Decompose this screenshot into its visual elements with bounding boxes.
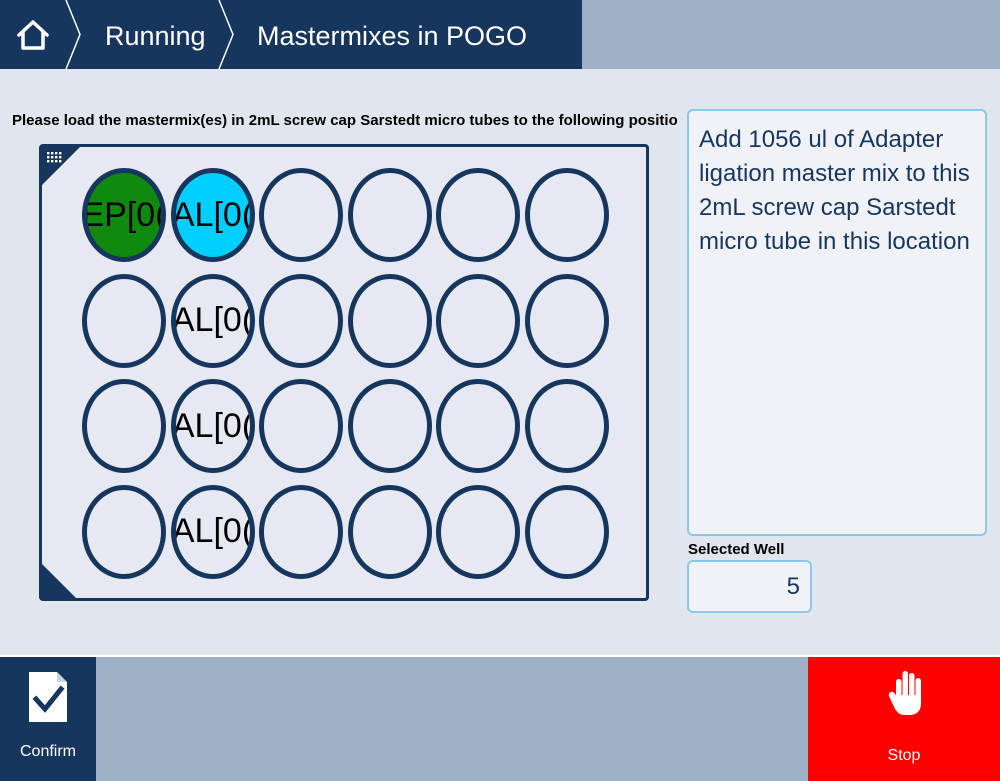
well-label: AL[0(: [171, 512, 254, 550]
well-label: [530, 173, 604, 257]
instruction-text: Please load the mastermix(es) in 2mL scr…: [12, 112, 677, 129]
well[interactable]: [524, 484, 609, 579]
well-label: [264, 279, 338, 363]
well[interactable]: [347, 484, 432, 579]
selected-well-field[interactable]: [687, 560, 812, 613]
well[interactable]: [347, 168, 432, 262]
header-bar: Running Mastermixes in POGO: [0, 0, 1000, 69]
well-label: [264, 384, 338, 468]
well[interactable]: [259, 379, 343, 473]
well[interactable]: [524, 379, 609, 473]
hand-stop-icon: [888, 671, 921, 715]
well-label: AL[0(: [171, 301, 254, 339]
well-label: [530, 279, 604, 363]
well-label: AL[0(: [171, 195, 254, 234]
plate-corner-marker: [42, 564, 76, 598]
well[interactable]: [259, 273, 343, 368]
well-label: [87, 279, 161, 363]
well-label: [353, 384, 427, 468]
well[interactable]: AL[0(: [170, 379, 255, 473]
well[interactable]: [259, 168, 343, 262]
well-label: [264, 173, 338, 257]
confirm-label: Confirm: [19, 743, 76, 760]
breadcrumb: Running Mastermixes in POGO: [0, 0, 582, 69]
well[interactable]: [82, 484, 166, 579]
well[interactable]: [436, 484, 520, 579]
well[interactable]: [82, 379, 166, 473]
well[interactable]: AL[0(: [170, 273, 255, 368]
well[interactable]: [436, 273, 520, 368]
well-label: [441, 490, 515, 574]
well-label: [353, 490, 427, 574]
well[interactable]: [347, 379, 432, 473]
confirm-button[interactable]: Confirm: [0, 657, 96, 781]
well-label: [530, 490, 604, 574]
home-button[interactable]: [0, 0, 66, 69]
well[interactable]: [436, 168, 520, 262]
well-label: [530, 384, 604, 468]
stop-button[interactable]: Stop: [808, 657, 1000, 781]
well[interactable]: EP[0(: [82, 168, 166, 262]
stop-label: Stop: [887, 747, 921, 764]
well-label: [441, 384, 515, 468]
breadcrumb-item-mastermixes: Mastermixes in POGO: [257, 21, 528, 51]
well-label: [87, 490, 161, 574]
well[interactable]: [524, 273, 609, 368]
breadcrumb-item-running[interactable]: Running: [105, 0, 206, 69]
well[interactable]: [82, 273, 166, 368]
well-label: [264, 490, 338, 574]
footer-bar: Confirm Stop: [0, 655, 1000, 781]
well-label: EP[0(: [82, 195, 166, 234]
well[interactable]: [524, 168, 609, 262]
well-label: AL[0(: [171, 406, 254, 445]
grid-icon: [47, 152, 62, 163]
well[interactable]: [259, 484, 343, 579]
home-icon: [17, 19, 49, 50]
chevron-right-icon: [65, 0, 81, 69]
well-label: [441, 173, 515, 257]
instruction-detail-panel: Add 1056 ul of Adapter ligation master m…: [687, 109, 987, 536]
well-label: [87, 384, 161, 468]
well-plate: EP[0(AL[0(AL[0(AL[0(AL[0(: [39, 144, 649, 601]
chevron-right-icon: [218, 0, 234, 69]
well-label: [441, 279, 515, 363]
well[interactable]: [436, 379, 520, 473]
document-check-icon: [29, 672, 67, 722]
well[interactable]: AL[0(: [170, 168, 255, 262]
well[interactable]: [347, 273, 432, 368]
well[interactable]: AL[0(: [170, 484, 255, 579]
well-label: [353, 279, 427, 363]
well-label: [353, 173, 427, 257]
selected-well-label: Selected Well: [688, 541, 785, 558]
